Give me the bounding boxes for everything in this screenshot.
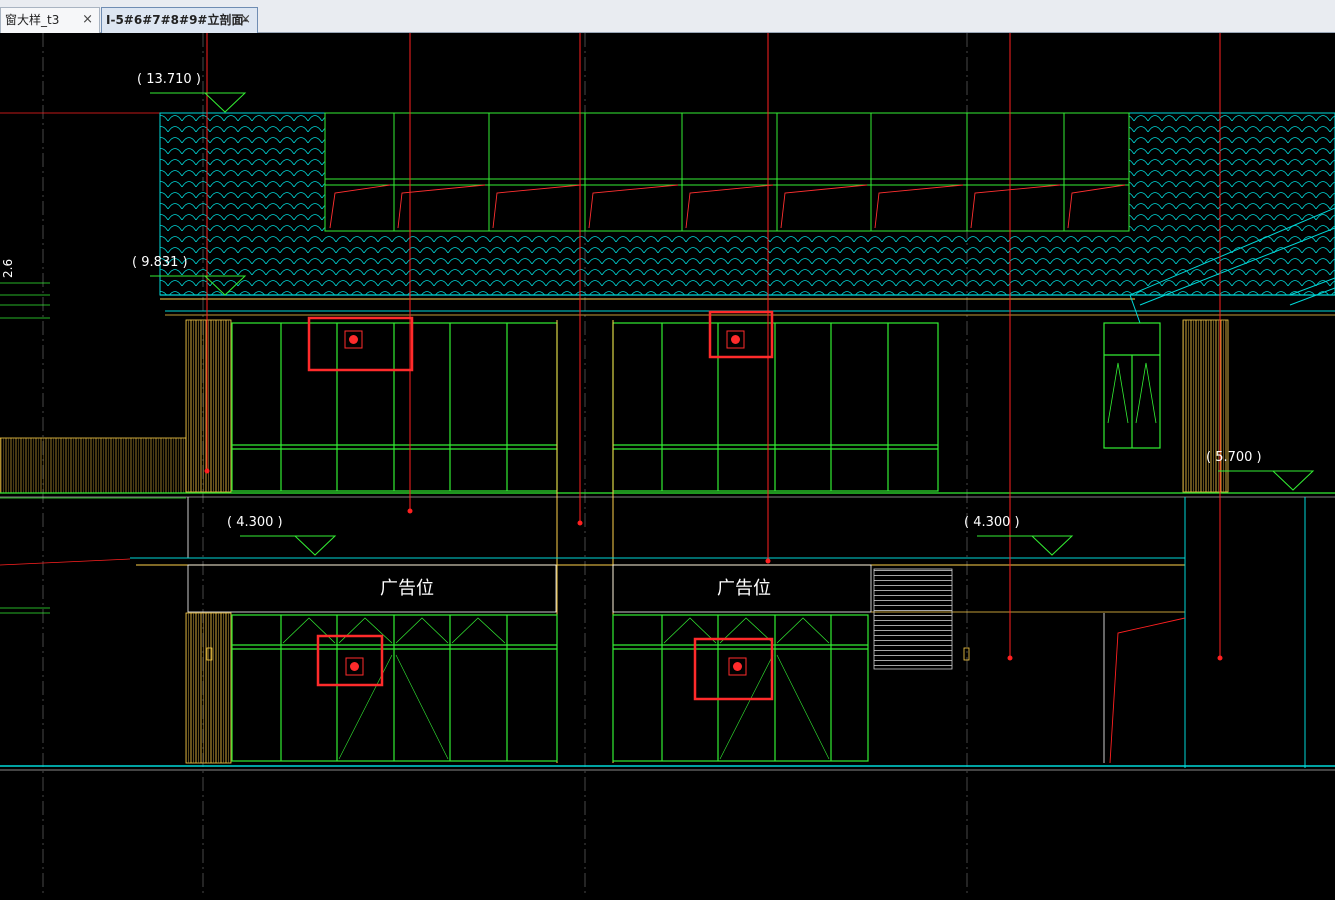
tab-label: 窗大样_t3 xyxy=(5,13,60,27)
side-dimension: 2.6 xyxy=(1,259,15,278)
sign-label-left: 广告位 xyxy=(380,578,434,599)
close-icon[interactable]: × xyxy=(240,8,251,32)
left-fragments xyxy=(0,112,187,614)
elevation-4-300-right: ( 4.300 ) xyxy=(964,515,1020,530)
tab-bar: 窗大样_t3 × I-5#6#7#8#9#立剖面- × xyxy=(0,0,1335,33)
highlight-box-upper-left xyxy=(307,316,414,372)
highlight-box-lower-left xyxy=(316,634,384,687)
highlight-box-upper-right xyxy=(708,310,774,359)
close-icon[interactable]: × xyxy=(82,8,93,32)
elevation-drawing: 2.6 (13.710) (9.831) (4.300) (4.3… xyxy=(0,33,1335,896)
clerestory-window xyxy=(324,112,1130,232)
elevation-4-300-left: ( 4.300 ) xyxy=(227,515,283,530)
highlight-box-lower-right xyxy=(693,637,774,701)
sign-label-right: 广告位 xyxy=(717,578,771,599)
wall-fixture xyxy=(963,647,970,661)
elevation-5-700: ( 5.700 ) xyxy=(1206,450,1262,465)
elevation-9-831: ( 9.831 ) xyxy=(132,255,188,270)
tab-label: I-5#6#7#8#9#立剖面- xyxy=(106,13,249,27)
cad-drawing-canvas[interactable]: 2.6 (13.710) (9.831) (4.300) (4.3… xyxy=(0,33,1335,896)
tab-elevation-section[interactable]: I-5#6#7#8#9#立剖面- × xyxy=(101,7,258,33)
elevation-13-710: ( 13.710 ) xyxy=(137,72,201,87)
tab-window-detail[interactable]: 窗大样_t3 × xyxy=(0,7,100,33)
highlight-markers xyxy=(307,310,774,701)
